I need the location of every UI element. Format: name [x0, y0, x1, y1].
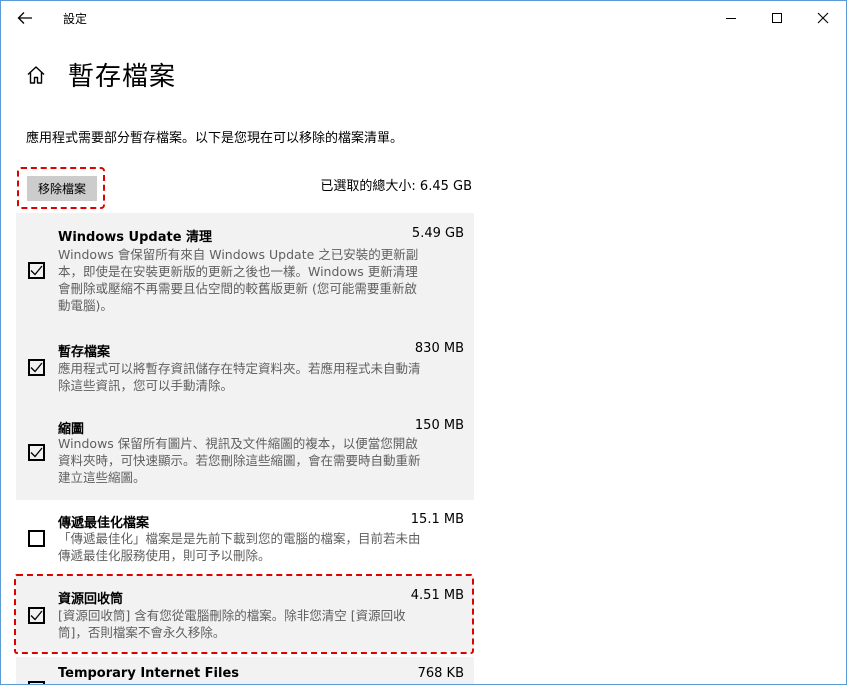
item-name: 暫存檔案: [58, 345, 111, 360]
list-item-windows-update-cleanup[interactable]: Windows Update 清理 5.49 GB Windows 會保留所有來…: [16, 213, 474, 331]
home-icon[interactable]: [25, 64, 47, 86]
item-size: 768 KB: [417, 666, 464, 681]
item-size: 5.49 GB: [411, 226, 464, 241]
item-name: Temporary Internet Files: [58, 666, 240, 681]
checkbox-windows-update-cleanup[interactable]: [28, 262, 45, 279]
item-description: Windows 會保留所有來自 Windows Update 之已安裝的更新副本…: [58, 247, 419, 313]
remove-button-highlight: 移除檔案: [17, 167, 105, 209]
checkbox-temporary-files[interactable]: [28, 359, 45, 376]
checkbox-delivery-optimization[interactable]: [28, 530, 45, 547]
item-size: 150 MB: [414, 418, 464, 433]
list-item-temporary-internet-files[interactable]: Temporary Internet Files 768 KB: [16, 657, 474, 684]
title-bar: 設定: [1, 1, 846, 37]
item-size: 15.1 MB: [410, 512, 464, 527]
minimize-icon: [726, 18, 736, 19]
list-item-thumbnails[interactable]: 縮圖 150 MB Windows 保留所有圖片、視訊及文件縮圖的複本，以便當您…: [16, 411, 474, 500]
checkmark-icon: [30, 362, 43, 373]
item-description: 「傳遞最佳化」檔案是是先前下載到您的電腦的檔案，目前若未由 傳遞最佳化服務使用，則…: [58, 531, 421, 563]
page-description: 應用程式需要部分暫存檔案。以下是您現在可以移除的檔案清單。: [26, 131, 404, 146]
app-title: 設定: [63, 12, 88, 26]
maximize-button[interactable]: [754, 1, 800, 35]
item-size: 830 MB: [414, 341, 464, 356]
remove-files-button[interactable]: 移除檔案: [27, 176, 97, 201]
checkbox-temporary-internet-files[interactable]: [28, 681, 45, 684]
close-icon: [817, 12, 829, 24]
item-description: Windows 保留所有圖片、視訊及文件縮圖的複本，以便當您開啟 資料夾時，可快速…: [58, 436, 421, 485]
total-selected-size: 已選取的總大小: 6.45 GB: [320, 179, 472, 194]
checkbox-thumbnails[interactable]: [28, 444, 45, 461]
list-item-delivery-optimization[interactable]: 傳遞最佳化檔案 15.1 MB 「傳遞最佳化」檔案是是先前下載到您的電腦的檔案，…: [16, 506, 474, 572]
back-arrow-icon: [17, 12, 32, 24]
checkmark-icon: [30, 265, 43, 276]
back-button[interactable]: [11, 5, 39, 31]
settings-window: 設定 暫存檔案 應用程式需要部分暫存檔案。以下是您現在可以移除的檔案清單。 移除…: [0, 0, 847, 685]
page-title: 暫存檔案: [68, 62, 177, 92]
minimize-button[interactable]: [708, 1, 754, 35]
maximize-icon: [772, 13, 782, 23]
item-description: 應用程式可以將暫存資訊儲存在特定資料夾。若應用程式未自動清 除這些資訊，您可以手動…: [58, 361, 421, 393]
item-name: 傳遞最佳化檔案: [58, 516, 150, 531]
list-item-temporary-files[interactable]: 暫存檔案 830 MB 應用程式可以將暫存資訊儲存在特定資料夾。若應用程式未自動…: [16, 331, 474, 411]
checkmark-icon: [30, 447, 43, 458]
close-button[interactable]: [800, 1, 846, 35]
recycle-bin-highlight: [14, 574, 474, 654]
item-name: Windows Update 清理: [58, 230, 213, 245]
